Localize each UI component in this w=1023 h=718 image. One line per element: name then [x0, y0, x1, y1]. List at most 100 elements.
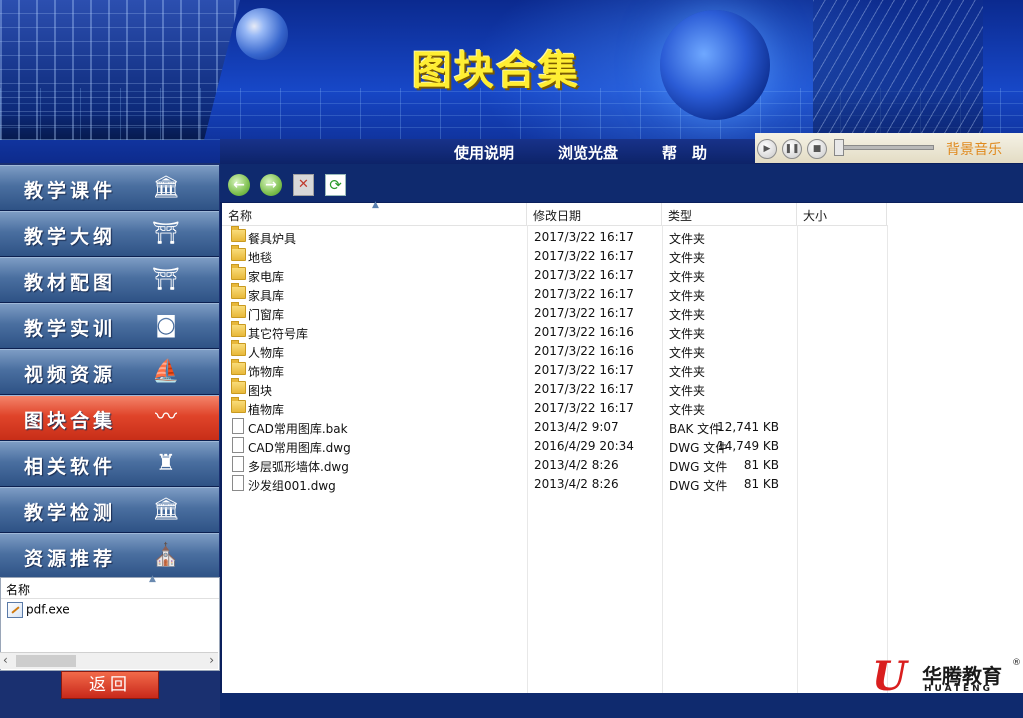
- background-music-label: 背景音乐: [946, 142, 1002, 158]
- table-row[interactable]: 家具库 2017/3/22 16:17 文件夹: [222, 283, 922, 303]
- file-icon: [232, 475, 244, 491]
- file-date: 2013/4/2 8:26: [534, 477, 619, 491]
- file-date: 2013/4/2 9:07: [534, 420, 619, 434]
- file-date: 2017/3/22 16:17: [534, 230, 634, 244]
- forward-arrow-icon[interactable]: →: [260, 174, 282, 196]
- folder-icon: [231, 340, 246, 356]
- side-panel-file-item[interactable]: pdf.exe: [7, 602, 70, 618]
- temple-icon: ⛩: [152, 267, 180, 292]
- file-name: 多层弧形墙体.dwg: [248, 460, 349, 474]
- folder-icon: [231, 378, 246, 394]
- back-button[interactable]: 返回: [61, 671, 159, 699]
- file-type: 文件夹: [669, 232, 706, 246]
- sidebar-item-training[interactable]: 教学实训 ◙: [0, 303, 219, 349]
- back-arrow-icon[interactable]: ←: [228, 174, 250, 196]
- menu-usage-guide[interactable]: 使用说明: [454, 142, 514, 163]
- sidebar-item-software[interactable]: 相关软件 ♜: [0, 441, 219, 487]
- file-type: DWG 文件: [669, 460, 728, 474]
- file-type: 文件夹: [669, 384, 706, 398]
- sidebar-item-syllabus[interactable]: 教学大纲 ⛩: [0, 211, 219, 257]
- menu-browse-disc[interactable]: 浏览光盘: [558, 142, 618, 163]
- folder-icon: [231, 302, 246, 318]
- side-panel-scrollbar[interactable]: ‹ ›: [0, 652, 218, 669]
- side-panel-header-label: 名称: [6, 583, 31, 597]
- logo-registered: ®: [1012, 658, 1021, 668]
- scrollbar-thumb[interactable]: [16, 655, 76, 667]
- sort-indicator-icon: ▲: [372, 200, 379, 210]
- bridge-graphic: [813, 0, 983, 140]
- column-header-name[interactable]: 名称 ▲: [222, 200, 527, 226]
- file-name: 饰物库: [248, 365, 285, 379]
- sidebar-item-video[interactable]: 视频资源 ⛵: [0, 349, 219, 395]
- table-row[interactable]: 人物库 2017/3/22 16:16 文件夹: [222, 340, 922, 360]
- table-row[interactable]: 多层弧形墙体.dwg 2013/4/2 8:26 DWG 文件 81 KB: [222, 455, 922, 474]
- sort-indicator-icon: ▲: [149, 574, 156, 584]
- sidebar-item-testing[interactable]: 教学检测 🏛: [0, 487, 219, 533]
- file-date: 2016/4/29 20:34: [534, 439, 634, 453]
- table-row[interactable]: 家电库 2017/3/22 16:17 文件夹: [222, 264, 922, 284]
- sidebar-item-label: 图块合集: [24, 410, 117, 432]
- file-name: 其它符号库: [248, 327, 309, 341]
- pagoda-icon: ⛩: [152, 221, 180, 246]
- file-size: 81 KB: [743, 458, 779, 472]
- exe-file-icon: [7, 602, 23, 618]
- volume-slider[interactable]: [836, 145, 934, 150]
- sidebar-item-recommend[interactable]: 资源推荐 ⛪: [0, 533, 219, 579]
- file-type: 文件夹: [669, 308, 706, 322]
- file-date: 2017/3/22 16:17: [534, 306, 634, 320]
- sidebar-item-textbook-images[interactable]: 教材配图 ⛩: [0, 257, 219, 303]
- column-header-label: 类型: [668, 209, 693, 223]
- wave-icon: 〰: [154, 405, 177, 430]
- opera-house-icon: ⛵: [152, 359, 180, 384]
- column-header-date[interactable]: 修改日期: [527, 203, 662, 226]
- file-type: 文件夹: [669, 365, 706, 379]
- scroll-left-icon[interactable]: ‹: [3, 653, 8, 667]
- file-date: 2017/3/22 16:16: [534, 325, 634, 339]
- column-header-type[interactable]: 类型: [662, 203, 797, 226]
- table-row[interactable]: 餐具炉具 2017/3/22 16:17 文件夹: [222, 226, 922, 246]
- side-panel-header[interactable]: 名称 ▲: [1, 574, 219, 599]
- stop-icon[interactable]: ■: [807, 139, 827, 159]
- huateng-logo: U 华腾教育 HUATENG ®: [872, 654, 1022, 700]
- file-icon: [232, 418, 244, 434]
- table-row[interactable]: CAD常用图库.dwg 2016/4/29 20:34 DWG 文件 14,749 K…: [222, 436, 922, 455]
- play-icon[interactable]: ▶: [757, 139, 777, 159]
- table-row[interactable]: 沙发组001.dwg 2013/4/2 8:26 DWG 文件 81 KB: [222, 474, 922, 493]
- table-row[interactable]: 图块 2017/3/22 16:17 文件夹: [222, 378, 922, 398]
- file-date: 2017/3/22 16:17: [534, 363, 634, 377]
- sidebar-item-blocks[interactable]: 图块合集 〰: [0, 395, 219, 441]
- table-row[interactable]: 地毯 2017/3/22 16:17 文件夹: [222, 245, 922, 265]
- file-type: 文件夹: [669, 327, 706, 341]
- folder-icon: [231, 359, 246, 375]
- table-row[interactable]: 植物库 2017/3/22 16:17 文件夹: [222, 397, 922, 417]
- column-header-size[interactable]: 大小: [797, 203, 887, 226]
- logo-text-en: HUATENG: [924, 684, 994, 694]
- table-row[interactable]: 其它符号库 2017/3/22 16:16 文件夹: [222, 321, 922, 341]
- scroll-right-icon[interactable]: ›: [209, 653, 214, 667]
- file-name: CAD常用图库.dwg: [248, 441, 351, 455]
- table-row[interactable]: 饰物库 2017/3/22 16:17 文件夹: [222, 359, 922, 379]
- sidebar-item-courseware[interactable]: 教学课件 🏛: [0, 165, 219, 211]
- folder-icon: [231, 245, 246, 261]
- file-list: 名称 ▲ 修改日期 类型 大小 餐具炉具 2017/3/22 16:17 文件夹 地毯…: [222, 200, 1023, 693]
- file-name: 地毯: [248, 251, 273, 265]
- table-row[interactable]: 门窗库 2017/3/22 16:17 文件夹: [222, 302, 922, 322]
- table-row[interactable]: CAD常用图库.bak 2013/4/2 9:07 BAK 文件 12,741 KB: [222, 417, 922, 436]
- pause-icon[interactable]: ❚❚: [782, 139, 802, 159]
- file-type: 文件夹: [669, 251, 706, 265]
- column-header-label: 名称: [228, 209, 253, 223]
- bubble-graphic: [236, 8, 288, 60]
- file-type: BAK 文件: [669, 422, 722, 436]
- file-date: 2017/3/22 16:17: [534, 382, 634, 396]
- volume-slider-thumb[interactable]: [834, 139, 844, 156]
- sidebar-item-label: 教材配图: [24, 272, 117, 294]
- banner-title: 图块合集: [412, 48, 580, 94]
- refresh-icon[interactable]: ⟳: [325, 174, 346, 196]
- file-size: 12,741 KB: [717, 420, 779, 434]
- sidebar-item-label: 相关软件: [24, 456, 117, 478]
- file-name: 餐具炉具: [248, 232, 297, 246]
- capitol-icon: 🏛: [152, 497, 180, 522]
- menu-help[interactable]: 帮 助: [662, 142, 707, 163]
- folder-icon: [231, 321, 246, 337]
- delete-icon[interactable]: ✕: [293, 174, 314, 196]
